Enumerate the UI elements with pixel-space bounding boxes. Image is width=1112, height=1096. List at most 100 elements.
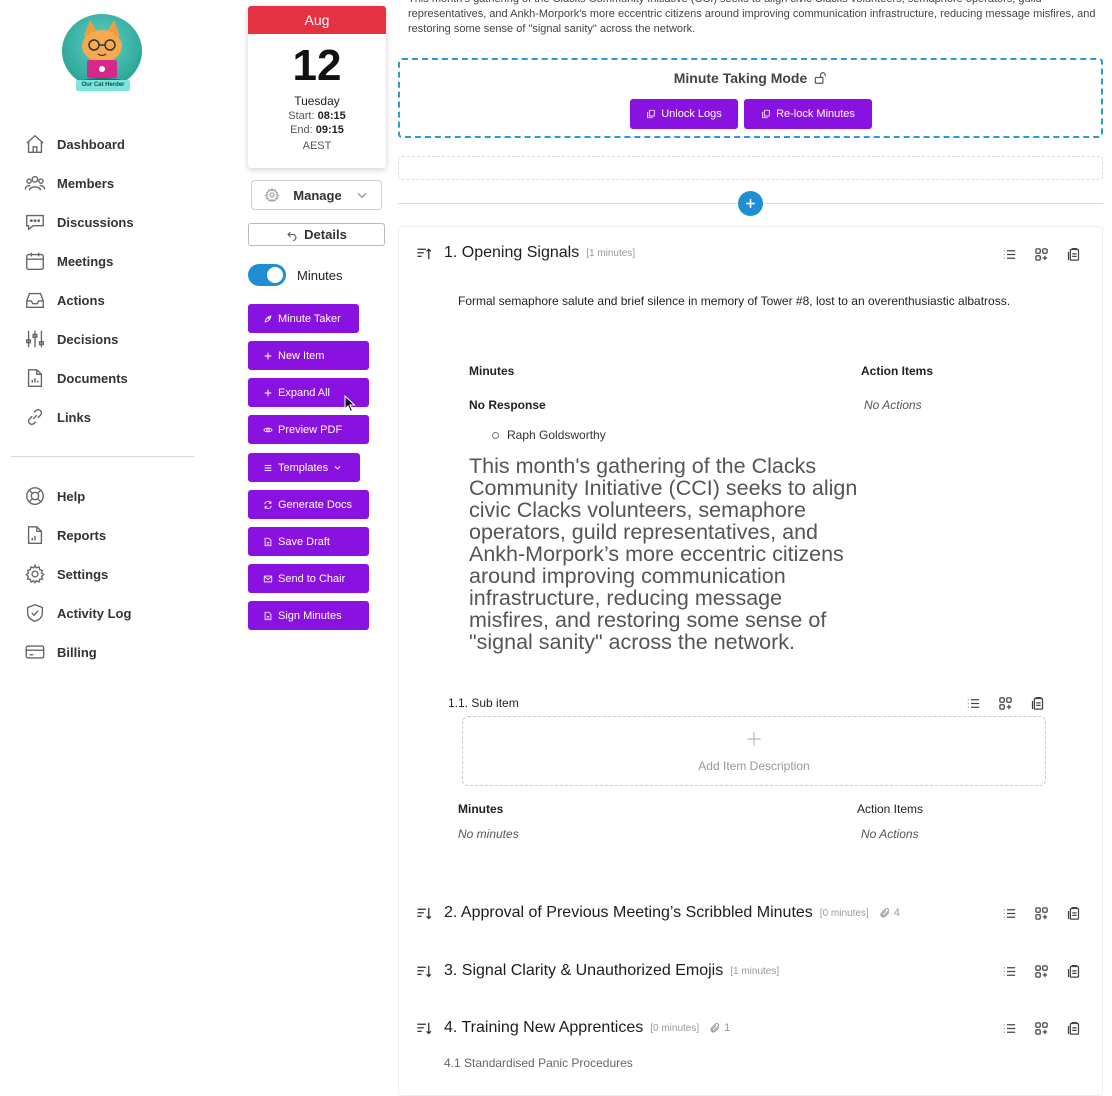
nav-item-reports[interactable]: Reports: [24, 521, 194, 549]
agenda-item-title: 2. Approval of Previous Meeting’s Scribb…: [444, 904, 813, 921]
nav-item-documents[interactable]: Documents: [24, 364, 194, 392]
start-time: Start: 08:15: [248, 110, 386, 122]
sub-item-title[interactable]: 1.1. Sub item: [448, 696, 519, 710]
minutes-body-text[interactable]: This month's gathering of the Clacks Com…: [469, 455, 859, 653]
agenda-item-description: Formal semaphore salute and brief silenc…: [458, 294, 1011, 308]
sub-minutes-status: No minutes: [458, 827, 519, 841]
button-label: New Item: [278, 349, 325, 362]
relock-minutes-button[interactable]: Re-lock Minutes: [744, 99, 872, 129]
attachment-count: 4: [893, 907, 900, 919]
button-label: Preview PDF: [278, 423, 343, 436]
button-label: Expand All: [278, 386, 330, 399]
gear-icon: [25, 563, 45, 584]
nav-item-activity-log[interactable]: Activity Log: [24, 599, 194, 627]
attachment-count: 1: [724, 1022, 731, 1034]
list-icon[interactable]: [1002, 1021, 1017, 1036]
clipboard-copy-icon[interactable]: [1066, 906, 1081, 921]
list-icon[interactable]: [1002, 906, 1017, 921]
nav-label: Help: [57, 488, 86, 504]
nav-label: Meetings: [57, 253, 114, 269]
calendar-icon: [26, 252, 44, 270]
nav-label: Discussions: [57, 214, 134, 230]
agenda-item-header[interactable]: 4. Training New Apprentices [0 minutes] …: [416, 1019, 730, 1037]
sort-descending-icon: [417, 907, 432, 919]
unlock-logs-button[interactable]: Unlock Logs: [630, 99, 738, 129]
list-icon: [264, 464, 272, 471]
list-icon[interactable]: [966, 696, 981, 711]
nav-item-settings[interactable]: Settings: [24, 560, 194, 588]
minutes-toggle[interactable]: [248, 264, 286, 286]
plus-icon: [264, 352, 272, 359]
manage-dropdown[interactable]: Manage: [251, 180, 382, 210]
agenda-item-duration: [0 minutes]: [650, 1022, 700, 1034]
item-tools: [1002, 1021, 1081, 1036]
sub-item-title[interactable]: 4.1 Standardised Panic Procedures: [444, 1056, 633, 1070]
app-logo[interactable]: Our Cat Herder: [62, 14, 144, 92]
sub-item-tools: [966, 696, 1045, 711]
nav-label: Billing: [57, 644, 97, 660]
minute-taker-button[interactable]: Minute Taker: [248, 304, 359, 333]
nav-item-dashboard[interactable]: Dashboard: [24, 130, 194, 158]
nav-item-actions[interactable]: Actions: [24, 286, 194, 314]
chat-icon: [26, 214, 44, 231]
sign-minutes-button[interactable]: Sign Minutes: [248, 601, 369, 630]
nav-item-decisions[interactable]: Decisions: [24, 325, 194, 353]
generate-docs-button[interactable]: Generate Docs: [248, 490, 369, 519]
apps-add-icon[interactable]: [1034, 906, 1049, 921]
nav-label: Decisions: [57, 331, 119, 347]
plus-icon: [746, 199, 755, 208]
list-icon[interactable]: [1002, 247, 1017, 262]
end-label: End:: [290, 124, 313, 136]
minute-taking-mode-title: Minute Taking Mode: [400, 70, 1101, 86]
clipboard-copy-icon[interactable]: [1066, 247, 1081, 262]
templates-button[interactable]: Templates: [248, 453, 360, 482]
undo-icon: [287, 231, 297, 241]
mail-icon: [263, 575, 273, 582]
users-icon: [24, 175, 46, 191]
list-icon[interactable]: [1002, 964, 1017, 979]
nav-item-links[interactable]: Links: [24, 403, 194, 431]
nav-label: Dashboard: [57, 136, 125, 152]
insert-item-button[interactable]: [738, 191, 763, 216]
agenda-item-title: 1. Opening Signals: [444, 244, 580, 261]
nav-item-meetings[interactable]: Meetings: [24, 247, 194, 275]
home-icon: [26, 134, 44, 153]
end-time-value: 09:15: [315, 124, 344, 136]
clipboard-copy-icon[interactable]: [1066, 1021, 1081, 1036]
nav-item-help[interactable]: Help: [24, 482, 194, 510]
clipboard-copy-icon[interactable]: [1066, 964, 1081, 979]
apps-add-icon[interactable]: [1034, 964, 1049, 979]
attendee-name: Raph Goldsworthy: [507, 428, 606, 442]
agenda-item-header[interactable]: 3. Signal Clarity & Unauthorized Emojis …: [416, 962, 779, 980]
sort-descending-icon: [417, 1022, 432, 1034]
button-label: Generate Docs: [278, 498, 352, 511]
agenda-item-duration: [1 minutes]: [586, 247, 636, 259]
preview-pdf-button[interactable]: Preview PDF: [248, 415, 369, 444]
nav-label: Actions: [57, 292, 105, 308]
save-draft-button[interactable]: Save Draft: [248, 527, 369, 556]
apps-add-icon[interactable]: [1034, 247, 1049, 262]
send-to-chair-button[interactable]: Send to Chair: [248, 564, 369, 593]
agenda-item-header[interactable]: 2. Approval of Previous Meeting’s Scribb…: [416, 904, 900, 922]
lifebuoy-icon: [26, 487, 44, 505]
manage-label: Manage: [293, 187, 342, 203]
details-button[interactable]: Details: [248, 223, 385, 246]
sub-minutes-header: Minutes: [458, 802, 504, 816]
credit-card-icon: [25, 645, 45, 659]
nav-item-billing[interactable]: Billing: [24, 638, 194, 666]
item-tools: [1002, 247, 1081, 262]
apps-add-icon[interactable]: [1034, 1021, 1049, 1036]
actions-status: No Actions: [864, 398, 922, 412]
agenda-item-header[interactable]: 1. Opening Signals [1 minutes]: [416, 244, 635, 262]
minutes-toggle-label: Minutes: [297, 267, 343, 283]
toggle-knob: [267, 267, 283, 283]
button-label: Templates: [278, 461, 329, 474]
apps-add-icon[interactable]: [998, 696, 1013, 711]
copy-icon: [762, 109, 770, 119]
nav-item-discussions[interactable]: Discussions: [24, 208, 194, 236]
add-item-description-button[interactable]: Add Item Description: [462, 716, 1046, 786]
clipboard-copy-icon[interactable]: [1030, 696, 1045, 711]
nav-label: Reports: [57, 527, 107, 543]
nav-item-members[interactable]: Members: [24, 169, 194, 197]
new-item-button[interactable]: New Item: [248, 341, 369, 370]
